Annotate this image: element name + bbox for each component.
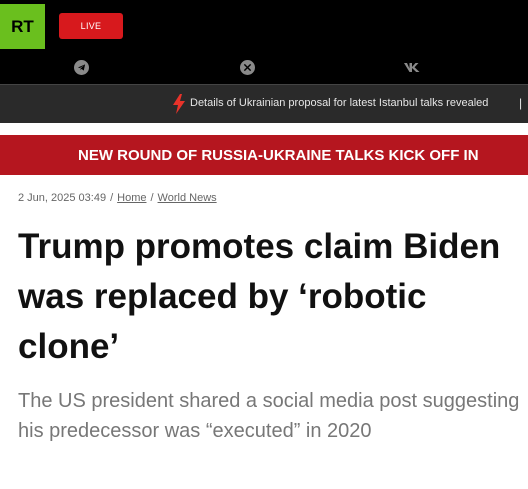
article-title: Trump promotes claim Biden was replaced … [18, 227, 501, 366]
rt-logo[interactable]: RT [0, 4, 45, 49]
breadcrumb-separator: / [150, 192, 154, 204]
vk-icon[interactable] [403, 62, 421, 74]
article-timestamp: 2 Jun, 2025 03:49 [18, 192, 107, 204]
breadcrumb-separator: / [110, 192, 114, 204]
telegram-icon[interactable] [74, 60, 89, 75]
top-navigation-bar: RT LIVE [0, 0, 528, 84]
ticker-separator: | [519, 96, 523, 110]
breadcrumb-home-link[interactable]: Home [117, 192, 146, 204]
x-icon[interactable] [240, 60, 255, 75]
ticker-headline-link[interactable]: Details of Ukrainian proposal for latest… [190, 97, 488, 109]
lightning-bolt-icon [173, 94, 185, 114]
article-meta: 2 Jun, 2025 03:49/Home / World News [18, 192, 217, 204]
breaking-news-text[interactable]: NEW ROUND OF RUSSIA-UKRAINE TALKS KICK O… [78, 147, 479, 164]
article-summary: The US president shared a social media p… [18, 390, 520, 442]
breadcrumb-world-news-link[interactable]: World News [158, 192, 217, 204]
news-ticker: Details of Ukrainian proposal for latest… [0, 84, 528, 123]
breaking-news-banner[interactable]: NEW ROUND OF RUSSIA-UKRAINE TALKS KICK O… [0, 135, 528, 175]
live-button[interactable]: LIVE [59, 13, 123, 39]
